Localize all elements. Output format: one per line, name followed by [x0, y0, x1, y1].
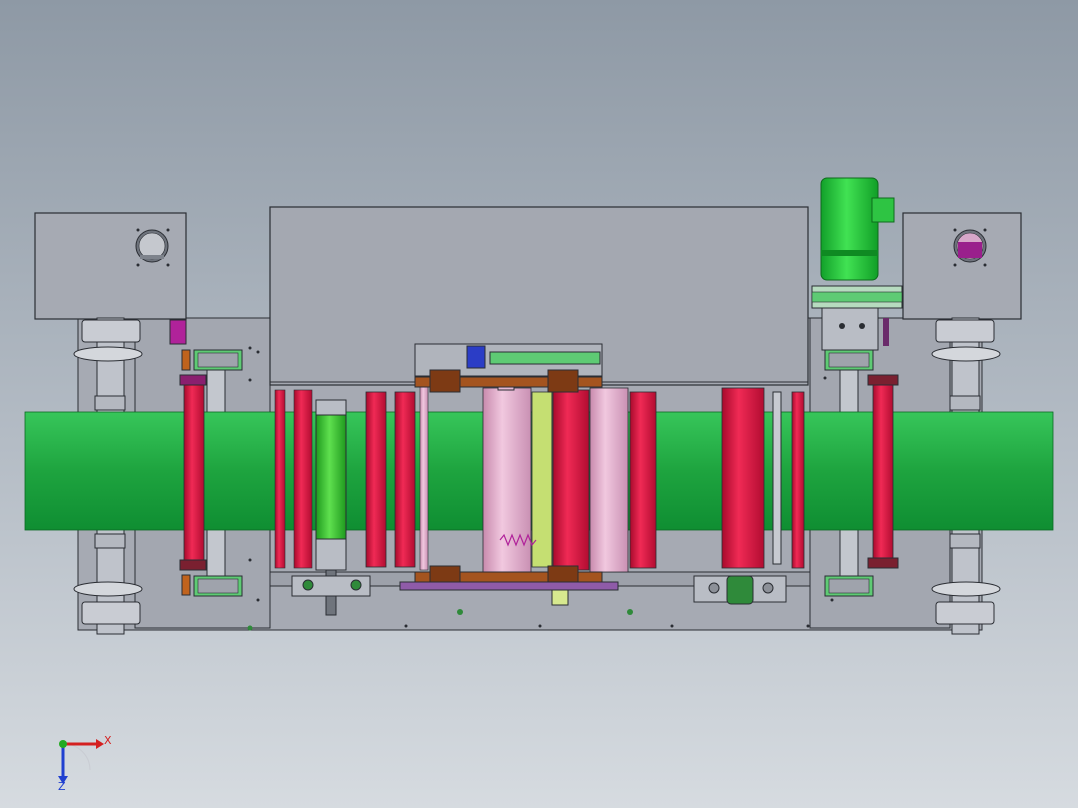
conveyor-belt-left — [24, 411, 196, 531]
roller-red-2 — [274, 389, 286, 569]
blue-block — [466, 345, 486, 369]
z-axis-label: Z — [58, 780, 66, 793]
left-gearbox-housing — [34, 212, 187, 320]
left-flange-top — [73, 346, 143, 362]
right-flange-bottom — [931, 581, 1001, 597]
green-bracket-top — [489, 351, 601, 365]
roller-pink-2 — [589, 387, 629, 573]
right-gearbox — [902, 212, 1022, 320]
triad-arc — [63, 743, 91, 771]
roller-red-9 — [791, 391, 805, 569]
x-axis-label: X — [104, 734, 112, 747]
roller-red-4 — [365, 391, 387, 568]
left-gearbox — [34, 212, 187, 320]
conveyor-belt-right — [874, 411, 1054, 531]
motor-body — [820, 177, 879, 281]
gear-motor — [811, 177, 903, 351]
roller-pink-main — [482, 387, 532, 577]
right-flange-top — [931, 346, 1001, 362]
coordinate-triad: X Z — [58, 734, 112, 793]
roller-red-3 — [293, 389, 313, 569]
y-axis-point — [59, 740, 67, 748]
roller-red-5 — [394, 391, 416, 568]
roller-red-7 — [629, 391, 657, 569]
right-gearbox-housing — [902, 212, 1022, 320]
left-flange-bottom — [73, 581, 143, 597]
roller-pink-1 — [419, 384, 429, 571]
roller-red-6 — [552, 389, 590, 571]
upper-drive-assembly — [414, 343, 603, 393]
roller-red-8 — [721, 387, 765, 569]
roller-red-10 — [872, 384, 894, 566]
cylinder-green-body — [315, 414, 347, 540]
cad-viewport[interactable]: X Z — [0, 0, 1078, 808]
motor-mount-plate — [821, 307, 879, 351]
roller-red-1 — [183, 384, 205, 566]
terminal-box — [871, 197, 895, 223]
roller-shaft-thin — [772, 391, 782, 565]
